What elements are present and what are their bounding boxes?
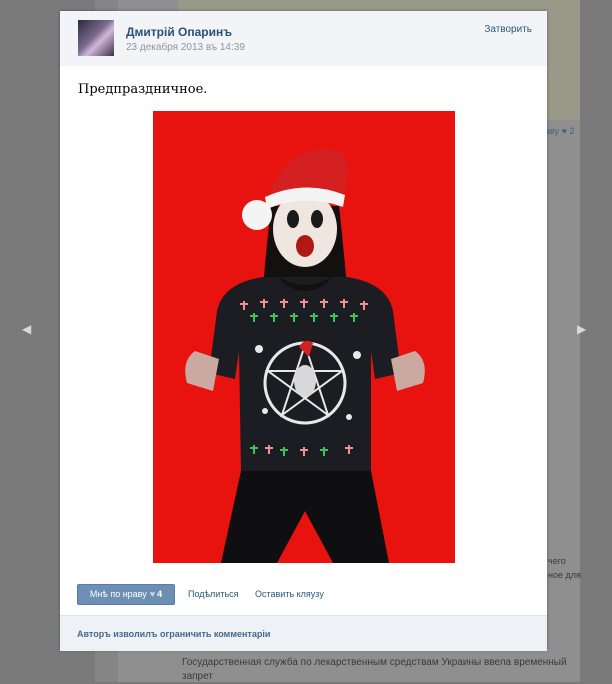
post-header: Дмитрій Опаринъ 23 декабря 2013 въ 14:39…: [60, 11, 547, 66]
post-footer: Авторъ изволилъ ограничить комментаріи: [60, 615, 547, 651]
like-button[interactable]: Мнѣ по нраву ♥ 4: [77, 584, 175, 605]
share-link[interactable]: Подѣлиться: [188, 589, 239, 599]
next-arrow-icon[interactable]: ▶: [577, 322, 586, 336]
post-photo[interactable]: [153, 111, 455, 563]
comments-restricted-note: Авторъ изволилъ ограничить комментаріи: [77, 629, 271, 639]
close-button[interactable]: Затворить: [484, 24, 532, 35]
avatar[interactable]: [78, 20, 114, 56]
heart-icon: ♥: [561, 126, 567, 136]
heart-icon: ♥: [149, 589, 156, 599]
comment-link[interactable]: Оставить кляузу: [255, 589, 324, 599]
background-text-fragment: ное для: [548, 570, 581, 580]
background-news-text: Государственная служба по лекарственным …: [182, 657, 567, 682]
background-like-fragment: аву ♥ 2: [545, 126, 575, 136]
author-name[interactable]: Дмитрій Опаринъ: [126, 25, 232, 39]
prev-arrow-icon[interactable]: ◀: [22, 322, 31, 336]
like-count: 4: [157, 589, 163, 599]
post-date[interactable]: 23 декабря 2013 въ 14:39: [126, 42, 245, 53]
post-text: Предпраздничное.: [78, 82, 208, 97]
background-text-fragment: чего: [548, 556, 566, 566]
post-modal: Дмитрій Опаринъ 23 декабря 2013 въ 14:39…: [60, 11, 547, 651]
